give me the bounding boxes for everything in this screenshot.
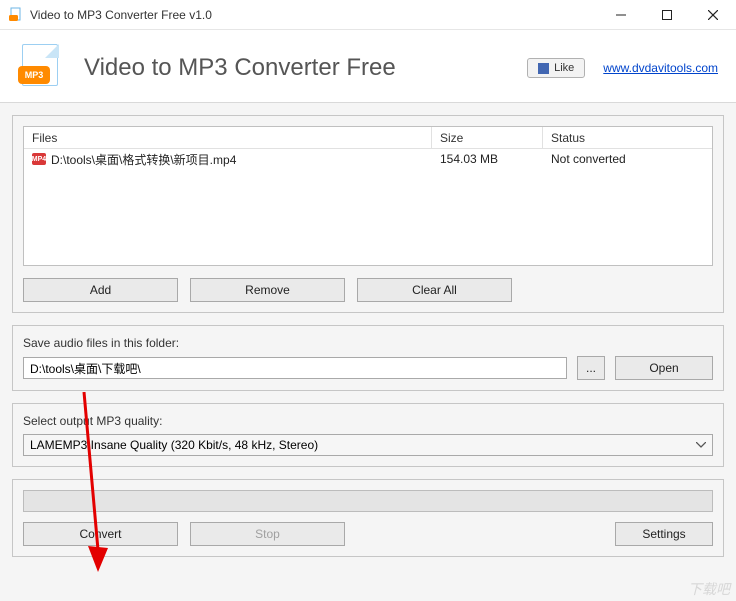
file-status-cell: Not converted: [543, 149, 712, 169]
window-title: Video to MP3 Converter Free v1.0: [30, 8, 212, 22]
chevron-down-icon: [696, 440, 706, 450]
clearall-button[interactable]: Clear All: [357, 278, 512, 302]
quality-panel: Select output MP3 quality: LAMEMP3 Insan…: [12, 403, 724, 467]
like-label: Like: [554, 62, 574, 74]
column-header-status[interactable]: Status: [543, 127, 712, 148]
remove-button[interactable]: Remove: [190, 278, 345, 302]
file-size-cell: 154.03 MB: [432, 149, 543, 169]
file-list-panel: Files Size Status MP4 D:\tools\桌面\格式转换\新…: [12, 115, 724, 313]
output-folder-panel: Save audio files in this folder: ... Ope…: [12, 325, 724, 391]
like-button[interactable]: Like: [527, 58, 585, 78]
quality-select[interactable]: LAMEMP3 Insane Quality (320 Kbit/s, 48 k…: [23, 434, 713, 456]
mp3-badge-icon: MP3: [18, 66, 50, 84]
progress-panel: Convert Stop Settings: [12, 479, 724, 557]
file-path-cell: D:\tools\桌面\格式转换\新项目.mp4: [51, 151, 236, 168]
app-name: Video to MP3 Converter Free: [84, 54, 396, 82]
website-link[interactable]: www.dvdavitools.com: [603, 61, 718, 75]
close-button[interactable]: [690, 0, 736, 30]
list-header: Files Size Status: [24, 127, 712, 149]
titlebar: Video to MP3 Converter Free v1.0: [0, 0, 736, 30]
output-folder-label: Save audio files in this folder:: [23, 336, 713, 350]
quality-selected-value: LAMEMP3 Insane Quality (320 Kbit/s, 48 k…: [30, 438, 318, 452]
browse-button[interactable]: ...: [577, 356, 605, 380]
output-folder-input[interactable]: [23, 357, 567, 379]
app-logo: MP3: [18, 44, 66, 92]
quality-label: Select output MP3 quality:: [23, 414, 713, 428]
open-folder-button[interactable]: Open: [615, 356, 713, 380]
mp4-file-icon: MP4: [32, 153, 46, 165]
column-header-size[interactable]: Size: [432, 127, 543, 148]
stop-button[interactable]: Stop: [190, 522, 345, 546]
window-controls: [598, 0, 736, 30]
app-icon: [8, 7, 24, 23]
progress-bar: [23, 490, 713, 512]
thumb-up-icon: [538, 63, 549, 74]
minimize-button[interactable]: [598, 0, 644, 30]
column-header-files[interactable]: Files: [24, 127, 432, 148]
file-listview[interactable]: Files Size Status MP4 D:\tools\桌面\格式转换\新…: [23, 126, 713, 266]
settings-button[interactable]: Settings: [615, 522, 713, 546]
convert-button[interactable]: Convert: [23, 522, 178, 546]
maximize-button[interactable]: [644, 0, 690, 30]
table-row[interactable]: MP4 D:\tools\桌面\格式转换\新项目.mp4 154.03 MB N…: [24, 149, 712, 169]
app-header: MP3 Video to MP3 Converter Free Like www…: [0, 30, 736, 103]
add-button[interactable]: Add: [23, 278, 178, 302]
